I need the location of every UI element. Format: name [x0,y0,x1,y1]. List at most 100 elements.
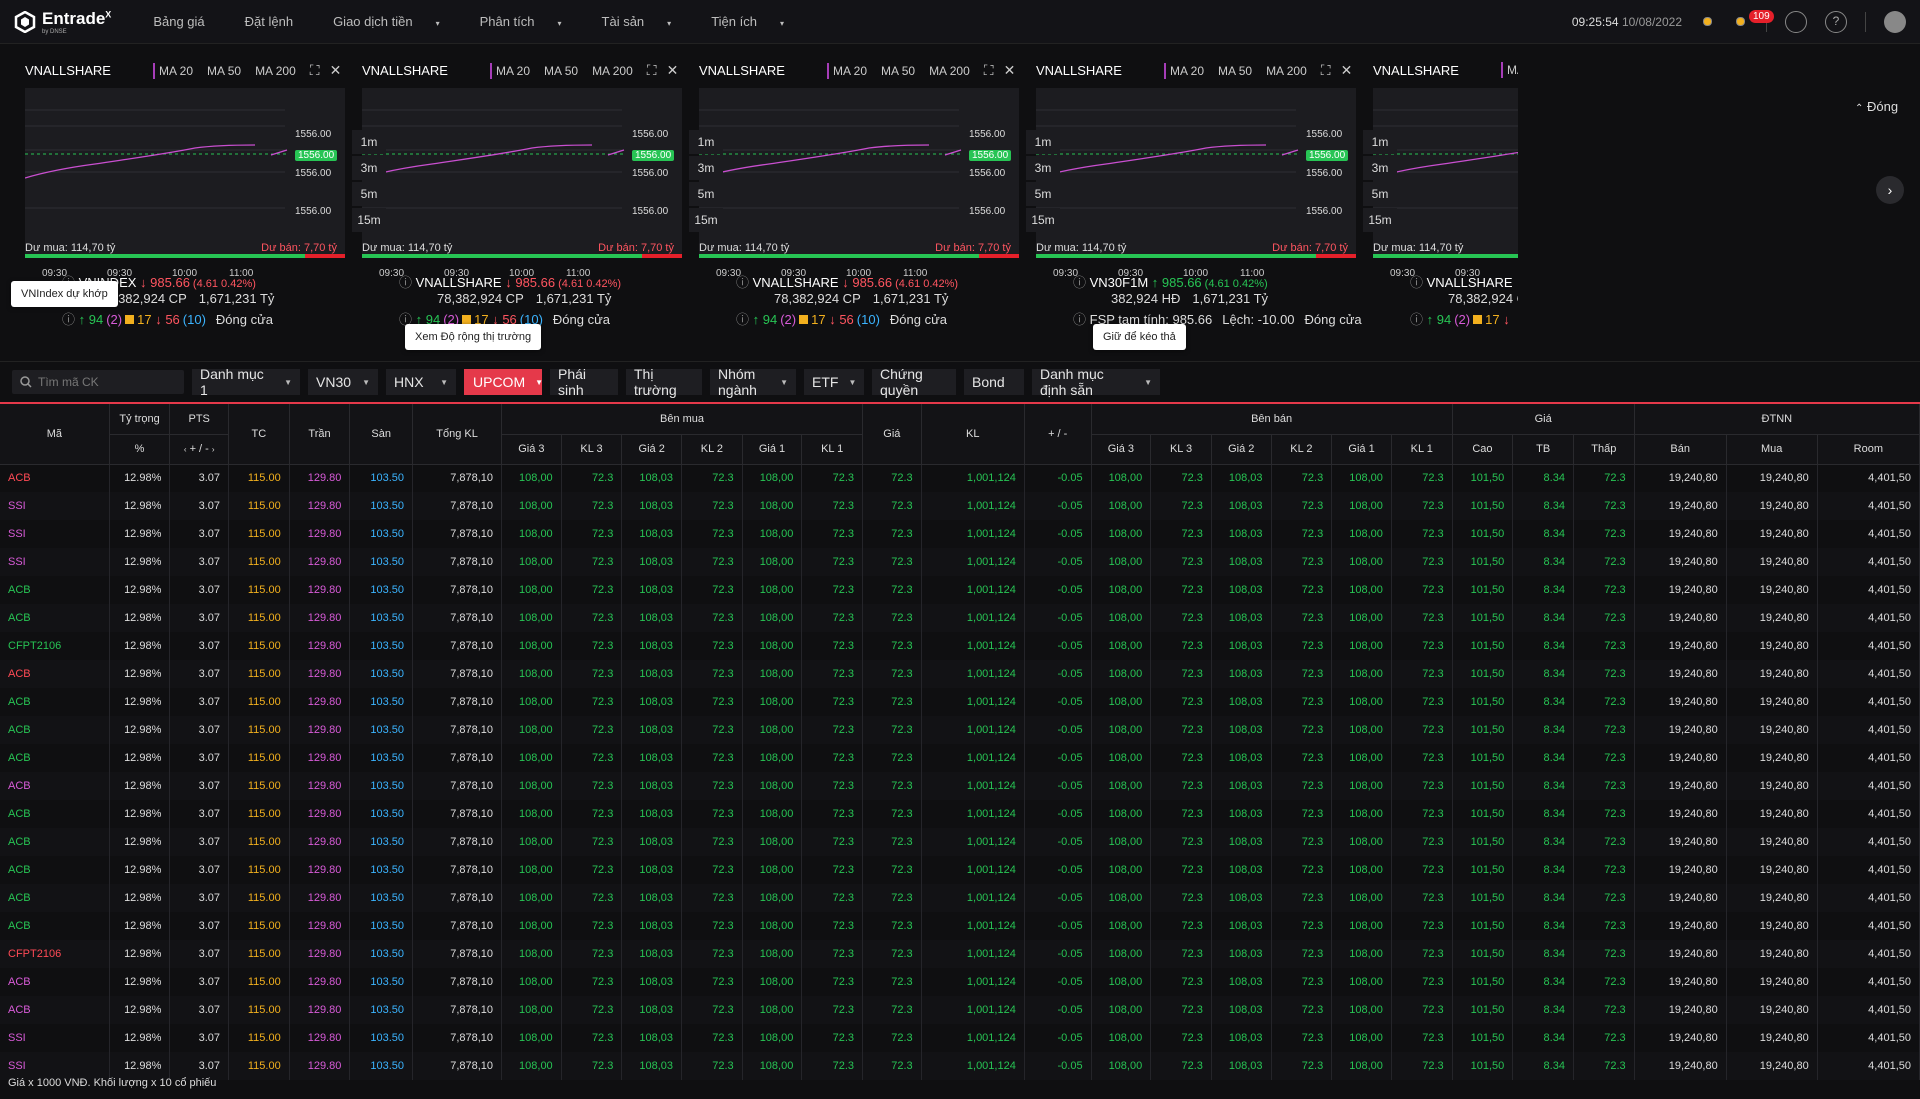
cell-v2[interactable]: 72.3 [681,716,743,744]
cell-v1[interactable]: 72.3 [801,464,864,492]
close-icon[interactable]: ✕ [1004,62,1016,79]
cell-v3[interactable]: 72.3 [561,772,623,800]
cell-v1[interactable]: 72.3 [801,744,864,772]
info-icon[interactable]: ⓘ [736,275,753,290]
cell-v1[interactable]: 72.3 [801,716,864,744]
cell-match-vol[interactable]: 1,001,124 [921,772,1025,800]
cell-sp1[interactable]: 108,00 [1331,520,1392,548]
cell-change[interactable]: -0.05 [1024,632,1092,660]
info-icon[interactable]: ⓘ [1073,312,1090,327]
cell-avg[interactable]: 8.34 [1512,996,1574,1024]
ma-toggle[interactable]: MA 200 [588,63,637,79]
cell-low[interactable]: 72.3 [1573,800,1635,828]
table-row[interactable]: SSI 12.98% 3.07 115.00 129.80 103.50 7,878,10 1… [0,520,1920,548]
cell-pts[interactable]: 3.07 [169,996,230,1024]
cell-high[interactable]: 101,50 [1452,604,1514,632]
cell-v2[interactable]: 72.3 [681,548,743,576]
cell-f-buy[interactable]: 19,240,80 [1726,1052,1818,1080]
cell-sv3[interactable]: 72.3 [1150,576,1212,604]
cell-floor[interactable]: 103.50 [349,520,414,548]
cell-sv2[interactable]: 72.3 [1271,1052,1333,1080]
cell-v3[interactable]: 72.3 [561,744,623,772]
cell-room[interactable]: 4,401,50 [1817,548,1920,576]
cell-f-buy[interactable]: 19,240,80 [1726,548,1818,576]
cell-p3[interactable]: 108,00 [501,996,562,1024]
cell-room[interactable]: 4,401,50 [1817,1024,1920,1052]
timeframe-button[interactable]: 5m [1363,182,1397,206]
filter-bond[interactable]: Bond [964,369,1024,395]
filter-chứng-quyền[interactable]: Chứng quyền [872,366,956,398]
cell-v1[interactable]: 72.3 [801,520,864,548]
cell-f-sell[interactable]: 19,240,80 [1634,660,1727,688]
cell-p2[interactable]: 108,03 [621,492,683,520]
cell-f-buy[interactable]: 19,240,80 [1726,604,1818,632]
timeframe-button[interactable]: 5m [352,182,386,206]
cell-p3[interactable]: 108,00 [501,940,562,968]
cell-weight[interactable]: 12.98% [109,520,171,548]
table-row[interactable]: ACB 12.98% 3.07 115.00 129.80 103.50 7,878,10 1… [0,856,1920,884]
nav-item[interactable]: Đặt lệnh [225,14,313,29]
cell-change[interactable]: -0.05 [1024,884,1092,912]
cell-floor[interactable]: 103.50 [349,492,414,520]
cell-sv2[interactable]: 72.3 [1271,856,1333,884]
cell-weight[interactable]: 12.98% [109,828,171,856]
cell-match-vol[interactable]: 1,001,124 [921,604,1025,632]
cell-v1[interactable]: 72.3 [801,856,864,884]
cell-sv2[interactable]: 72.3 [1271,492,1333,520]
cell-room[interactable]: 4,401,50 [1817,856,1920,884]
cell-sv1[interactable]: 72.3 [1391,660,1453,688]
cell-total-vol[interactable]: 7,878,10 [412,884,503,912]
info-icon[interactable]: ⓘ [1410,275,1427,290]
cell-room[interactable]: 4,401,50 [1817,884,1920,912]
table-row[interactable]: ACB 12.98% 3.07 115.00 129.80 103.50 7,878,10 1… [0,996,1920,1024]
cell-low[interactable]: 72.3 [1573,548,1635,576]
cell-v1[interactable]: 72.3 [801,688,864,716]
cell-floor[interactable]: 103.50 [349,856,414,884]
cell-pts[interactable]: 3.07 [169,520,230,548]
cell-sv2[interactable]: 72.3 [1271,800,1333,828]
cell-v3[interactable]: 72.3 [561,716,623,744]
ma-toggle[interactable]: MA 20 [153,62,197,79]
cell-low[interactable]: 72.3 [1573,1024,1635,1052]
cell-ceil[interactable]: 129.80 [289,716,351,744]
cell-sv3[interactable]: 72.3 [1150,492,1212,520]
cell-sv3[interactable]: 72.3 [1150,912,1212,940]
ma-toggle[interactable]: MA 50 [540,63,582,79]
cell-pts[interactable]: 3.07 [169,604,230,632]
cell-high[interactable]: 101,50 [1452,632,1514,660]
cell-sv3[interactable]: 72.3 [1150,716,1212,744]
col-pts[interactable]: PTS [169,404,230,435]
cell-p3[interactable]: 108,00 [501,688,562,716]
cell-room[interactable]: 4,401,50 [1817,632,1920,660]
cell-pts[interactable]: 3.07 [169,688,230,716]
cell-sp2[interactable]: 108,03 [1211,1052,1272,1080]
cell-f-buy[interactable]: 19,240,80 [1726,660,1818,688]
cell-ceil[interactable]: 129.80 [289,996,351,1024]
symbol-cell[interactable]: ACB [0,996,110,1024]
cell-low[interactable]: 72.3 [1573,912,1635,940]
cell-total-vol[interactable]: 7,878,10 [412,744,503,772]
cell-sv2[interactable]: 72.3 [1271,772,1333,800]
cell-sv3[interactable]: 72.3 [1150,1052,1212,1080]
cell-change[interactable]: -0.05 [1024,828,1092,856]
cell-sp2[interactable]: 108,03 [1211,968,1272,996]
timeframe-button[interactable]: 1m [689,130,723,154]
cell-total-vol[interactable]: 7,878,10 [412,828,503,856]
cell-avg[interactable]: 8.34 [1512,800,1574,828]
cell-sv3[interactable]: 72.3 [1150,604,1212,632]
cell-v1[interactable]: 72.3 [801,632,864,660]
cell-pts[interactable]: 3.07 [169,464,230,492]
cell-avg[interactable]: 8.34 [1512,912,1574,940]
cell-total-vol[interactable]: 7,878,10 [412,716,503,744]
table-row[interactable]: ACB 12.98% 3.07 115.00 129.80 103.50 7,878,10 1… [0,576,1920,604]
cell-high[interactable]: 101,50 [1452,520,1514,548]
cell-p2[interactable]: 108,03 [621,632,683,660]
symbol-cell[interactable]: ACB [0,772,110,800]
col-sell-p2[interactable]: Giá 2 [1211,434,1272,465]
timeframe-button[interactable]: 5m [1026,182,1060,206]
cell-v3[interactable]: 72.3 [561,828,623,856]
cell-v2[interactable]: 72.3 [681,968,743,996]
cell-ceil[interactable]: 129.80 [289,492,351,520]
cell-total-vol[interactable]: 7,878,10 [412,660,503,688]
cell-sv2[interactable]: 72.3 [1271,828,1333,856]
